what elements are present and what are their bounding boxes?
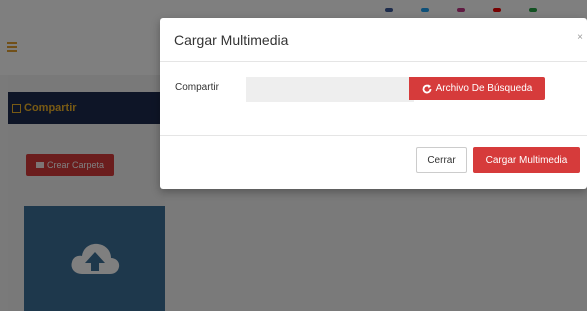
modal-header: Cargar Multimedia ×	[160, 18, 587, 62]
close-icon[interactable]: ×	[577, 32, 583, 43]
browse-file-button[interactable]: Archivo De Búsqueda	[409, 77, 545, 100]
file-path-input[interactable]	[246, 77, 414, 102]
browse-file-label: Archivo De Búsqueda	[435, 83, 533, 94]
close-button[interactable]: Cerrar	[416, 147, 467, 173]
upload-media-modal: Cargar Multimedia × Compartir Archivo De…	[160, 18, 587, 189]
modal-body: Compartir Archivo De Búsqueda	[160, 62, 587, 136]
modal-footer: Cerrar Cargar Multimedia	[160, 136, 587, 189]
share-label: Compartir	[175, 82, 219, 93]
modal-title: Cargar Multimedia	[174, 31, 289, 48]
upload-media-button[interactable]: Cargar Multimedia	[473, 147, 580, 173]
refresh-icon	[422, 84, 432, 93]
